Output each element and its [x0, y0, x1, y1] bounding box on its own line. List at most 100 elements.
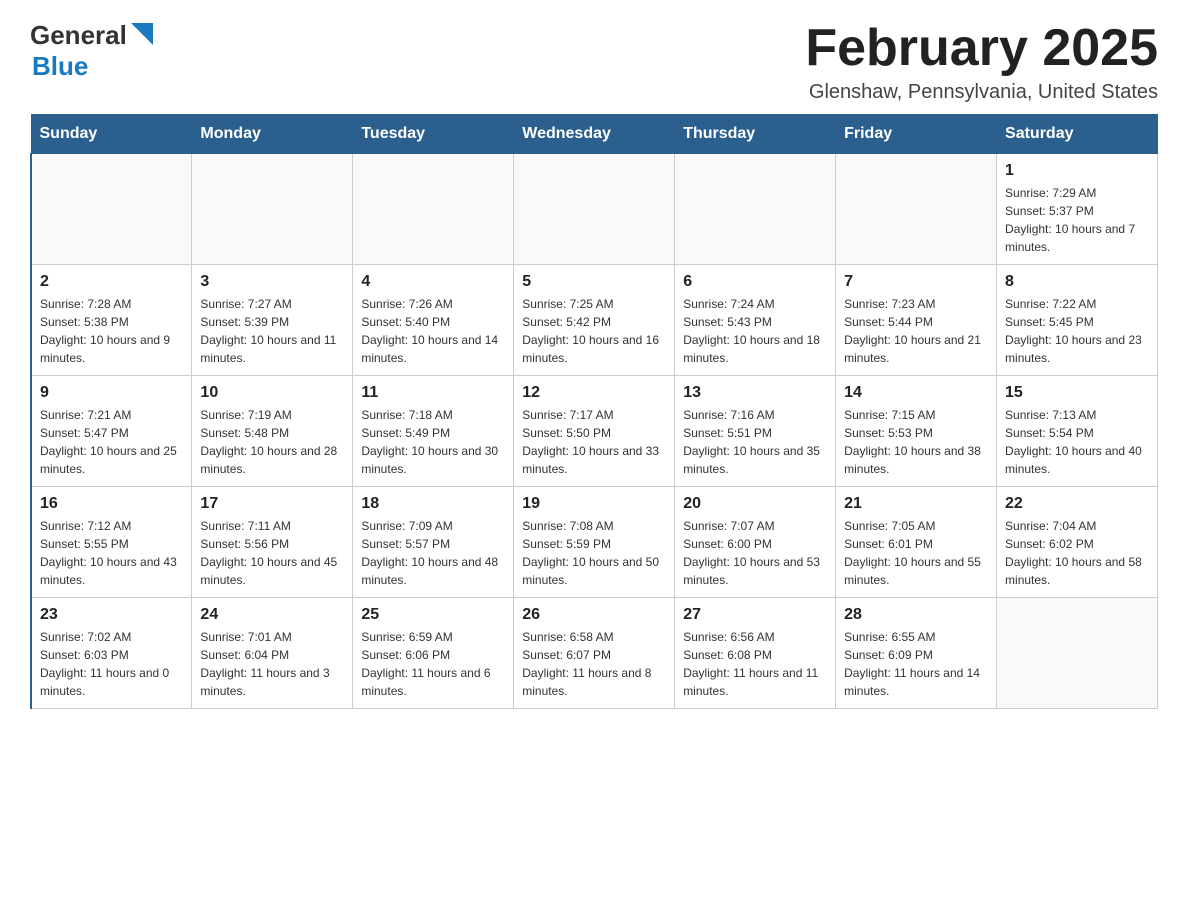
day-info: Sunrise: 7:26 AM Sunset: 5:40 PM Dayligh… [361, 295, 505, 367]
day-info: Sunrise: 6:55 AM Sunset: 6:09 PM Dayligh… [844, 628, 988, 700]
day-number: 24 [200, 606, 344, 624]
day-info: Sunrise: 7:08 AM Sunset: 5:59 PM Dayligh… [522, 517, 666, 589]
calendar-cell: 14 Sunrise: 7:15 AM Sunset: 5:53 PM Dayli… [836, 376, 997, 487]
day-info: Sunrise: 7:05 AM Sunset: 6:01 PM Dayligh… [844, 517, 988, 589]
day-info: Sunrise: 7:23 AM Sunset: 5:44 PM Dayligh… [844, 295, 988, 367]
day-number: 1 [1005, 162, 1149, 180]
day-number: 28 [844, 606, 988, 624]
day-info: Sunrise: 6:59 AM Sunset: 6:06 PM Dayligh… [361, 628, 505, 700]
calendar-cell [675, 154, 836, 265]
day-info: Sunrise: 7:12 AM Sunset: 5:55 PM Dayligh… [40, 517, 183, 589]
day-number: 19 [522, 495, 666, 513]
day-number: 15 [1005, 384, 1149, 402]
day-number: 3 [200, 273, 344, 291]
day-number: 23 [40, 606, 183, 624]
day-number: 6 [683, 273, 827, 291]
day-info: Sunrise: 7:17 AM Sunset: 5:50 PM Dayligh… [522, 406, 666, 478]
logo: General Blue [30, 20, 153, 82]
calendar-cell: 23 Sunrise: 7:02 AM Sunset: 6:03 PM Dayli… [31, 598, 192, 709]
weekday-header-monday: Monday [192, 115, 353, 154]
weekday-header-friday: Friday [836, 115, 997, 154]
calendar-cell: 12 Sunrise: 7:17 AM Sunset: 5:50 PM Dayli… [514, 376, 675, 487]
day-info: Sunrise: 7:16 AM Sunset: 5:51 PM Dayligh… [683, 406, 827, 478]
day-info: Sunrise: 7:13 AM Sunset: 5:54 PM Dayligh… [1005, 406, 1149, 478]
weekday-header-row: SundayMondayTuesdayWednesdayThursdayFrid… [31, 115, 1158, 154]
calendar-cell [514, 154, 675, 265]
calendar-cell: 3 Sunrise: 7:27 AM Sunset: 5:39 PM Daylig… [192, 265, 353, 376]
day-number: 9 [40, 384, 183, 402]
calendar-cell: 27 Sunrise: 6:56 AM Sunset: 6:08 PM Dayli… [675, 598, 836, 709]
calendar-cell: 4 Sunrise: 7:26 AM Sunset: 5:40 PM Daylig… [353, 265, 514, 376]
calendar-cell: 25Sunrise: 6:59 AM Sunset: 6:06 PM Dayli… [353, 598, 514, 709]
calendar-cell: 11 Sunrise: 7:18 AM Sunset: 5:49 PM Dayli… [353, 376, 514, 487]
day-number: 11 [361, 384, 505, 402]
weekday-header-wednesday: Wednesday [514, 115, 675, 154]
calendar-cell [836, 154, 997, 265]
calendar-cell: 22 Sunrise: 7:04 AM Sunset: 6:02 PM Dayli… [997, 487, 1158, 598]
day-number: 26 [522, 606, 666, 624]
calendar-cell: 5 Sunrise: 7:25 AM Sunset: 5:42 PM Daylig… [514, 265, 675, 376]
day-number: 2 [40, 273, 183, 291]
day-number: 4 [361, 273, 505, 291]
day-info: Sunrise: 7:09 AM Sunset: 5:57 PM Dayligh… [361, 517, 505, 589]
day-number: 20 [683, 495, 827, 513]
calendar-cell: 15 Sunrise: 7:13 AM Sunset: 5:54 PM Dayli… [997, 376, 1158, 487]
day-number: 12 [522, 384, 666, 402]
day-info: Sunrise: 6:56 AM Sunset: 6:08 PM Dayligh… [683, 628, 827, 700]
calendar-cell: 20 Sunrise: 7:07 AM Sunset: 6:00 PM Dayli… [675, 487, 836, 598]
day-info: Sunrise: 7:04 AM Sunset: 6:02 PM Dayligh… [1005, 517, 1149, 589]
calendar-cell: 26 Sunrise: 6:58 AM Sunset: 6:07 PM Dayli… [514, 598, 675, 709]
day-number: 8 [1005, 273, 1149, 291]
calendar-cell: 13 Sunrise: 7:16 AM Sunset: 5:51 PM Dayli… [675, 376, 836, 487]
day-number: 14 [844, 384, 988, 402]
week-row-2: 2 Sunrise: 7:28 AM Sunset: 5:38 PM Daylig… [31, 265, 1158, 376]
calendar-cell [31, 154, 192, 265]
calendar-cell [192, 154, 353, 265]
calendar-cell: 2 Sunrise: 7:28 AM Sunset: 5:38 PM Daylig… [31, 265, 192, 376]
week-row-1: 1 Sunrise: 7:29 AM Sunset: 5:37 PM Daylig… [31, 154, 1158, 265]
day-info: Sunrise: 7:27 AM Sunset: 5:39 PM Dayligh… [200, 295, 344, 367]
day-info: Sunrise: 7:24 AM Sunset: 5:43 PM Dayligh… [683, 295, 827, 367]
month-title: February 2025 [805, 20, 1158, 77]
day-number: 22 [1005, 495, 1149, 513]
calendar-cell: 28 Sunrise: 6:55 AM Sunset: 6:09 PM Dayli… [836, 598, 997, 709]
day-info: Sunrise: 7:25 AM Sunset: 5:42 PM Dayligh… [522, 295, 666, 367]
day-info: Sunrise: 7:29 AM Sunset: 5:37 PM Dayligh… [1005, 184, 1149, 256]
calendar-header: SundayMondayTuesdayWednesdayThursdayFrid… [31, 115, 1158, 154]
calendar-cell: 17 Sunrise: 7:11 AM Sunset: 5:56 PM Dayli… [192, 487, 353, 598]
day-number: 13 [683, 384, 827, 402]
calendar-table: SundayMondayTuesdayWednesdayThursdayFrid… [30, 114, 1158, 709]
day-info: Sunrise: 7:02 AM Sunset: 6:03 PM Dayligh… [40, 628, 183, 700]
day-number: 27 [683, 606, 827, 624]
calendar-cell [353, 154, 514, 265]
day-info: Sunrise: 6:58 AM Sunset: 6:07 PM Dayligh… [522, 628, 666, 700]
day-number: 18 [361, 495, 505, 513]
title-area: February 2025 Glenshaw, Pennsylvania, Un… [805, 20, 1158, 104]
logo-text-blue: Blue [32, 51, 88, 82]
logo-arrow-icon [131, 23, 153, 45]
weekday-header-saturday: Saturday [997, 115, 1158, 154]
calendar-cell: 10Sunrise: 7:19 AM Sunset: 5:48 PM Dayli… [192, 376, 353, 487]
day-info: Sunrise: 7:11 AM Sunset: 5:56 PM Dayligh… [200, 517, 344, 589]
day-info: Sunrise: 7:21 AM Sunset: 5:47 PM Dayligh… [40, 406, 183, 478]
calendar-cell: 7 Sunrise: 7:23 AM Sunset: 5:44 PM Daylig… [836, 265, 997, 376]
day-info: Sunrise: 7:28 AM Sunset: 5:38 PM Dayligh… [40, 295, 183, 367]
day-number: 16 [40, 495, 183, 513]
day-number: 7 [844, 273, 988, 291]
day-info: Sunrise: 7:15 AM Sunset: 5:53 PM Dayligh… [844, 406, 988, 478]
calendar-body: 1 Sunrise: 7:29 AM Sunset: 5:37 PM Daylig… [31, 154, 1158, 709]
day-number: 21 [844, 495, 988, 513]
calendar-cell: 21 Sunrise: 7:05 AM Sunset: 6:01 PM Dayli… [836, 487, 997, 598]
weekday-header-tuesday: Tuesday [353, 115, 514, 154]
calendar-cell: 16 Sunrise: 7:12 AM Sunset: 5:55 PM Dayli… [31, 487, 192, 598]
day-info: Sunrise: 7:19 AM Sunset: 5:48 PM Dayligh… [200, 406, 344, 478]
week-row-5: 23 Sunrise: 7:02 AM Sunset: 6:03 PM Dayli… [31, 598, 1158, 709]
location-subtitle: Glenshaw, Pennsylvania, United States [805, 81, 1158, 104]
day-info: Sunrise: 7:07 AM Sunset: 6:00 PM Dayligh… [683, 517, 827, 589]
day-number: 17 [200, 495, 344, 513]
calendar-cell: 9 Sunrise: 7:21 AM Sunset: 5:47 PM Daylig… [31, 376, 192, 487]
day-info: Sunrise: 7:01 AM Sunset: 6:04 PM Dayligh… [200, 628, 344, 700]
page-header: General Blue February 2025 Glenshaw, Pen… [30, 20, 1158, 104]
day-number: 5 [522, 273, 666, 291]
day-info: Sunrise: 7:18 AM Sunset: 5:49 PM Dayligh… [361, 406, 505, 478]
